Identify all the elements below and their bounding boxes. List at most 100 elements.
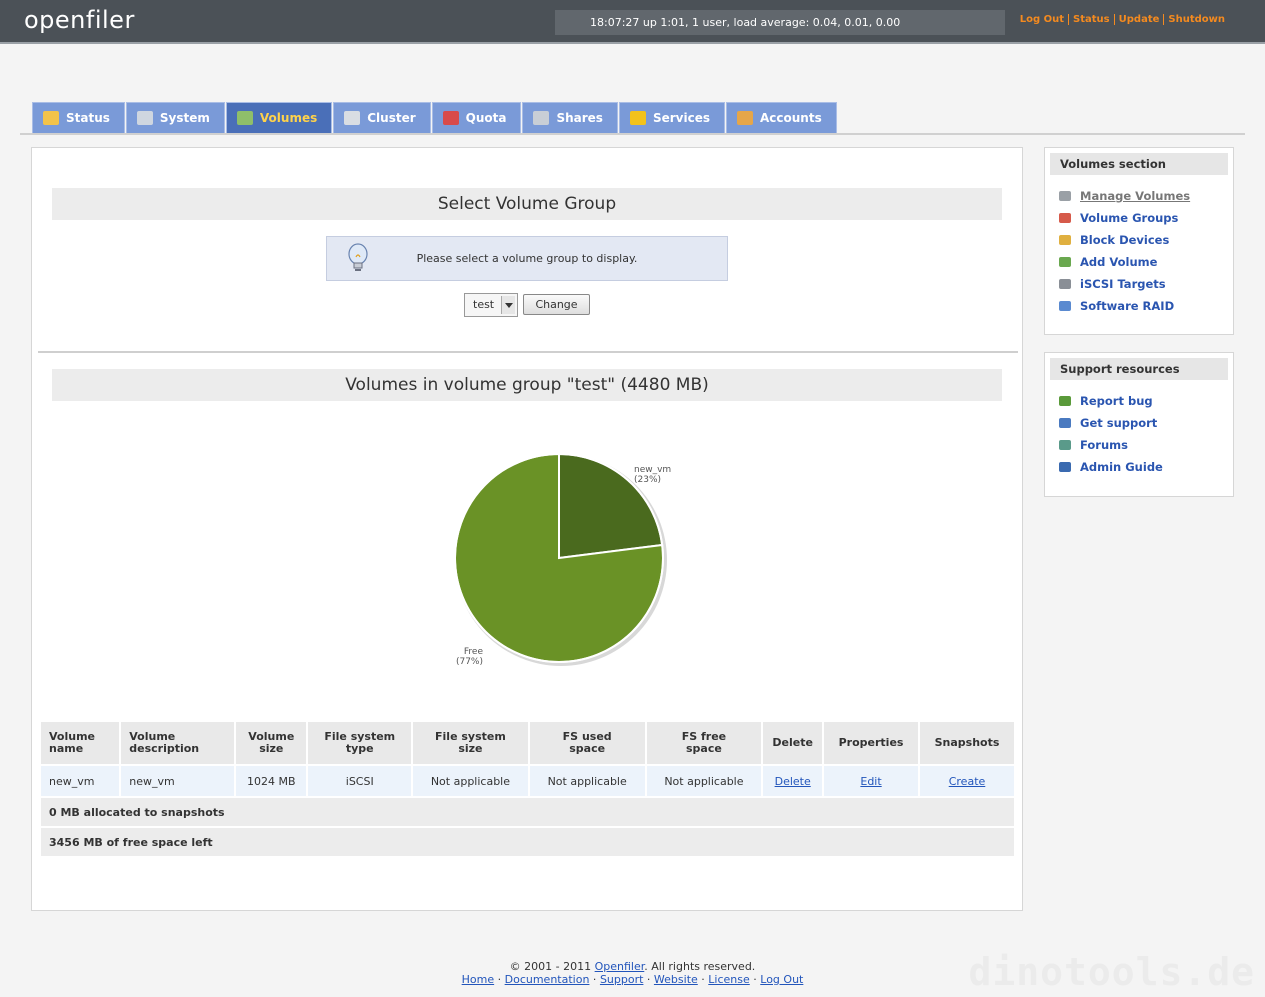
tab-cluster[interactable]: Cluster xyxy=(333,102,431,134)
column-header-line2: space xyxy=(686,742,722,755)
disk-icon xyxy=(236,111,253,125)
volumes-section-box: Volumes section Manage Volumes Volume Gro… xyxy=(1044,147,1234,335)
tab-volumes[interactable]: Volumes xyxy=(225,102,333,134)
tab-label: Quota xyxy=(465,111,507,125)
tab-label: System xyxy=(159,111,210,125)
sidebar-item-iscsi-targets[interactable]: iSCSI Targets xyxy=(1059,273,1233,295)
delete-link[interactable]: Delete xyxy=(775,775,811,788)
column-header: File system type xyxy=(308,722,412,764)
top-links: Log Out Status Update Shutdown xyxy=(1016,14,1229,25)
edit-link[interactable]: Edit xyxy=(860,775,881,788)
column-header-line1: Properties xyxy=(838,736,904,749)
sidebar-item-label: Get support xyxy=(1080,416,1158,430)
lightbulb-icon xyxy=(348,243,368,271)
cell-volume-size: 1024 MB xyxy=(236,766,307,796)
tab-label: Shares xyxy=(556,111,603,125)
forums-icon xyxy=(1059,440,1071,450)
column-header: Properties xyxy=(824,722,919,764)
tab-label: Volumes xyxy=(259,111,318,125)
info-text: Please select a volume group to display. xyxy=(416,252,638,265)
separator: · xyxy=(643,973,654,986)
summary-row-snapshots: 0 MB allocated to snapshots xyxy=(41,798,1014,826)
sidebar-item-software-raid[interactable]: Software RAID xyxy=(1059,295,1233,317)
bug-icon xyxy=(1059,396,1071,406)
footer-link-support[interactable]: Support xyxy=(600,973,643,986)
separator: · xyxy=(697,973,709,986)
book-icon xyxy=(1059,462,1071,472)
chevron-down-icon[interactable] xyxy=(501,296,515,314)
support-item-forums[interactable]: Forums xyxy=(1059,434,1233,456)
cell-fs-type: iSCSI xyxy=(308,766,412,796)
table-header-row: Volume name Volume description Volume size Fil… xyxy=(41,722,1014,764)
support-item-report-bug[interactable]: Report bug xyxy=(1059,390,1233,412)
sidebar-item-label: Forums xyxy=(1080,438,1128,452)
volumes-section-list: Manage Volumes Volume Groups Block Devices… xyxy=(1045,175,1233,317)
sidebar-item-block-devices[interactable]: Block Devices xyxy=(1059,229,1233,251)
tab-accounts[interactable]: Accounts xyxy=(725,102,837,134)
tab-system[interactable]: System xyxy=(125,102,225,134)
volume-groups-icon xyxy=(1059,213,1071,223)
shutdown-link[interactable]: Shutdown xyxy=(1163,14,1229,25)
column-header: File system size xyxy=(413,722,528,764)
sidebar-item-add-volume[interactable]: Add Volume xyxy=(1059,251,1233,273)
summary-row-free: 3456 MB of free space left xyxy=(41,828,1014,856)
support-icon xyxy=(1059,418,1071,428)
footer-link-license[interactable]: License xyxy=(708,973,749,986)
volume-icon xyxy=(1059,191,1071,201)
tab-underline xyxy=(20,133,1245,135)
footer-link-documentation[interactable]: Documentation xyxy=(505,973,590,986)
users-icon xyxy=(736,111,753,125)
create-snapshot-link[interactable]: Create xyxy=(949,775,986,788)
logout-link[interactable]: Log Out xyxy=(1016,14,1068,25)
footer-link-log-out[interactable]: Log Out xyxy=(760,973,803,986)
column-header: Delete xyxy=(763,722,823,764)
info-message: Please select a volume group to display. xyxy=(326,236,728,281)
sun-cloud-icon xyxy=(43,111,59,125)
tab-quota[interactable]: Quota xyxy=(431,102,522,134)
block-devices-icon xyxy=(1059,235,1071,245)
volume-group-select[interactable]: test xyxy=(464,293,518,317)
column-header-line2: space xyxy=(569,742,606,755)
status-link[interactable]: Status xyxy=(1068,14,1114,25)
main-nav-tabs: Status System Volumes Cluster Quota Shares Ser… xyxy=(32,102,838,134)
cell-properties: Edit xyxy=(824,766,919,796)
top-header: openfiler 18:07:27 up 1:01, 1 user, load… xyxy=(0,0,1265,44)
snapshots-summary: 0 MB allocated to snapshots xyxy=(41,798,1014,826)
separator: · xyxy=(589,973,600,986)
footer-link-website[interactable]: Website xyxy=(654,973,698,986)
uptime-status: 18:07:27 up 1:01, 1 user, load average: … xyxy=(555,10,1005,35)
column-header: Volume name xyxy=(41,722,120,764)
volumes-table: Volume name Volume description Volume size Fil… xyxy=(39,720,1016,858)
column-header-line2: name xyxy=(49,742,84,755)
tab-status[interactable]: Status xyxy=(32,102,125,134)
separator: · xyxy=(749,973,761,986)
add-volume-icon xyxy=(1059,257,1071,267)
support-item-admin-guide[interactable]: Admin Guide xyxy=(1059,456,1233,478)
sidebar-item-label: Add Volume xyxy=(1080,255,1158,269)
cell-fs-size: Not applicable xyxy=(413,766,528,796)
servers-icon xyxy=(344,111,361,125)
pie-value-label: (23%) xyxy=(634,475,661,485)
support-item-get-support[interactable]: Get support xyxy=(1059,412,1233,434)
change-button[interactable]: Change xyxy=(523,294,590,315)
sidebar-item-manage-volumes[interactable]: Manage Volumes xyxy=(1059,185,1233,207)
cell-fs-free: Not applicable xyxy=(646,766,762,796)
openfiler-logo[interactable]: openfiler xyxy=(24,6,135,34)
copyright-prefix: © 2001 - 2011 xyxy=(509,960,595,973)
table-row: new_vm new_vm 1024 MB iSCSI Not applicab… xyxy=(41,766,1014,796)
tab-shares[interactable]: Shares xyxy=(522,102,618,134)
footer-link-home[interactable]: Home xyxy=(462,973,494,986)
cell-snapshots: Create xyxy=(920,766,1014,796)
raid-icon xyxy=(1059,301,1071,311)
separator: · xyxy=(494,973,505,986)
openfiler-link[interactable]: Openfiler xyxy=(595,960,645,973)
column-header-line1: Delete xyxy=(772,736,813,749)
sidebar-item-volume-groups[interactable]: Volume Groups xyxy=(1059,207,1233,229)
tab-label: Cluster xyxy=(367,111,416,125)
column-header-line2: size xyxy=(458,742,483,755)
update-link[interactable]: Update xyxy=(1113,14,1164,25)
column-header: Volume description xyxy=(121,722,235,764)
tab-services[interactable]: Services xyxy=(618,102,725,134)
cell-volume-description: new_vm xyxy=(121,766,235,796)
pie-icon xyxy=(442,111,459,125)
